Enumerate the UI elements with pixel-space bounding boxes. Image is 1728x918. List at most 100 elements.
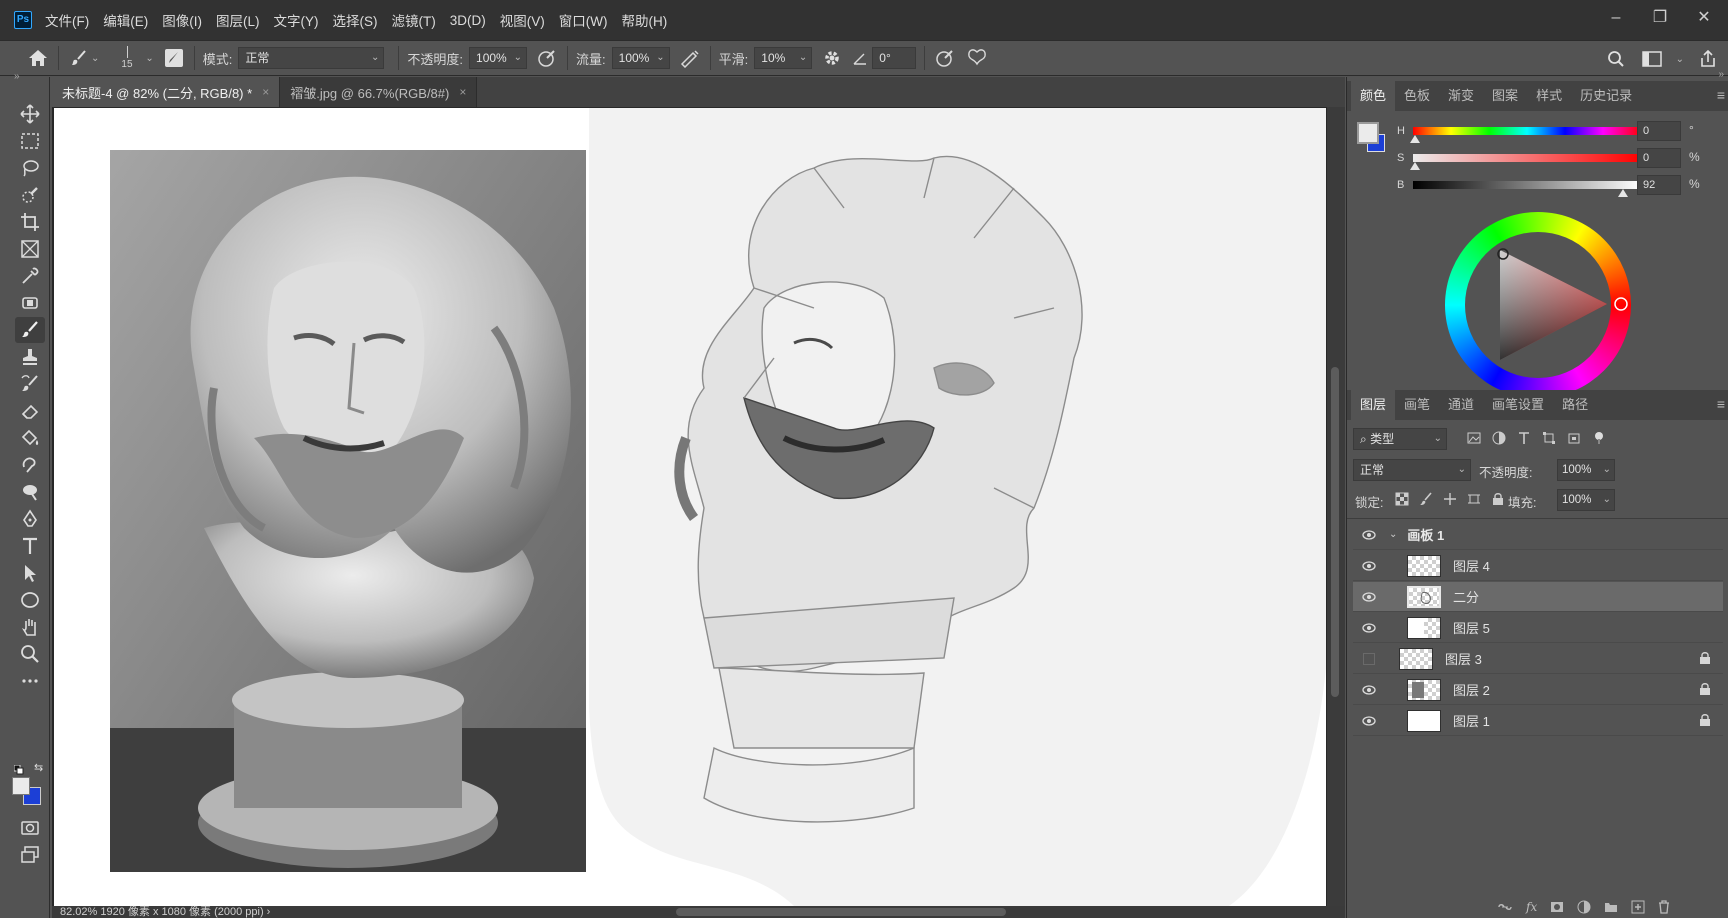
fill-field[interactable]: 100% ⌄ <box>1557 489 1615 511</box>
canvas-area[interactable] <box>52 107 1345 906</box>
clone-stamp-tool-icon[interactable] <box>15 344 45 370</box>
gear-icon[interactable] <box>820 46 844 70</box>
flow-field[interactable]: 100% ⌄ <box>611 47 670 69</box>
tab-brush-settings[interactable]: 画笔设置 <box>1483 390 1553 420</box>
path-selection-tool-icon[interactable] <box>15 560 45 586</box>
menu-window[interactable]: 窗口(W) <box>559 10 608 30</box>
adjustment-layer-icon[interactable] <box>1577 900 1591 914</box>
eye-icon[interactable] <box>1359 715 1379 726</box>
saturation-slider-handle[interactable] <box>1410 162 1420 170</box>
new-layer-icon[interactable] <box>1631 900 1645 914</box>
menu-filter[interactable]: 滤镜(T) <box>392 10 436 30</box>
foreground-color-swatch[interactable] <box>1357 122 1379 144</box>
more-tools-icon[interactable] <box>15 668 45 694</box>
layer-row[interactable]: 图层 4 <box>1353 551 1723 581</box>
brightness-slider[interactable] <box>1413 181 1641 197</box>
chevron-down-icon[interactable]: ⌄ <box>1389 529 1397 540</box>
filter-smart-object-icon[interactable] <box>1567 431 1581 445</box>
layer-row[interactable]: 图层 5 <box>1353 613 1723 643</box>
default-colors-icon[interactable] <box>13 763 24 778</box>
search-icon[interactable] <box>1604 47 1628 71</box>
color-swatches[interactable] <box>12 777 42 807</box>
hue-input[interactable]: 0 <box>1637 121 1681 141</box>
brush-settings-toggle-icon[interactable] <box>162 46 186 70</box>
menu-type[interactable]: 文字(Y) <box>274 10 319 30</box>
layer-opacity-field[interactable]: 100% ⌄ <box>1557 459 1615 481</box>
spot-healing-tool-icon[interactable] <box>15 290 45 316</box>
panel-menu-icon[interactable]: ≡ <box>1717 396 1725 412</box>
color-panel-swatches[interactable] <box>1357 122 1389 154</box>
collapse-panel-icon[interactable]: » <box>14 71 20 82</box>
hue-slider[interactable] <box>1410 127 1641 143</box>
tab-paths[interactable]: 路径 <box>1553 390 1597 420</box>
crop-tool-icon[interactable] <box>15 209 45 235</box>
layer-row[interactable]: 二分 <box>1353 582 1723 612</box>
opacity-field[interactable]: 100% ⌄ <box>469 47 528 69</box>
artboard[interactable] <box>54 108 1326 906</box>
hand-tool-icon[interactable] <box>15 614 45 640</box>
tab-gradients[interactable]: 渐变 <box>1439 81 1483 111</box>
eye-icon[interactable] <box>1359 684 1379 695</box>
tab-channels[interactable]: 通道 <box>1439 390 1483 420</box>
menu-image[interactable]: 图像(I) <box>162 10 202 30</box>
menu-layer[interactable]: 图层(L) <box>216 10 260 30</box>
angle-field[interactable]: 0° <box>872 47 917 69</box>
chevron-down-icon[interactable]: ⌄ <box>145 53 153 64</box>
frame-tool-icon[interactable] <box>15 236 45 262</box>
layer-row[interactable]: 图层 2 <box>1353 675 1723 705</box>
tab-history[interactable]: 历史记录 <box>1571 81 1641 111</box>
menu-file[interactable]: 文件(F) <box>45 10 89 30</box>
marquee-tool-icon[interactable] <box>15 128 45 154</box>
home-icon[interactable] <box>26 46 50 70</box>
workspace-icon[interactable] <box>1640 47 1664 71</box>
tab-layers[interactable]: 图层 <box>1351 390 1396 420</box>
pen-tool-icon[interactable] <box>15 506 45 532</box>
screen-mode-icon[interactable] <box>15 842 45 868</box>
menu-view[interactable]: 视图(V) <box>500 10 545 30</box>
restore-button[interactable]: ❐ <box>1650 8 1670 28</box>
ellipse-tool-icon[interactable] <box>15 587 45 613</box>
eye-icon[interactable] <box>1359 560 1379 571</box>
new-group-icon[interactable] <box>1604 901 1618 913</box>
menu-3d[interactable]: 3D(D) <box>450 13 486 28</box>
menu-help[interactable]: 帮助(H) <box>621 10 667 30</box>
pressure-size-icon[interactable] <box>933 46 957 70</box>
brush-tool-icon[interactable] <box>15 317 45 343</box>
collapse-panel-icon[interactable]: » <box>1718 69 1724 80</box>
panel-menu-icon[interactable]: ≡ <box>1717 87 1725 103</box>
lock-image-pixels-icon[interactable] <box>1419 492 1433 506</box>
eye-icon[interactable] <box>1359 529 1379 540</box>
brightness-input[interactable]: 92 <box>1637 175 1681 195</box>
tab-brushes[interactable]: 画笔 <box>1395 390 1439 420</box>
lasso-tool-icon[interactable] <box>15 155 45 181</box>
tab-untitled-4[interactable]: 未标题-4 @ 82% (二分, RGB/8) * × <box>52 77 281 107</box>
minimize-button[interactable]: – <box>1606 8 1626 28</box>
blend-mode-select[interactable]: 正常 ⌄ <box>1353 459 1471 481</box>
tab-swatches[interactable]: 色板 <box>1395 81 1439 111</box>
lock-all-icon[interactable] <box>1491 492 1505 506</box>
layer-filter-select[interactable]: ⌕ 类型 ⌄ <box>1353 428 1447 450</box>
chevron-down-icon[interactable]: ⌄ <box>91 53 99 64</box>
hue-slider-handle[interactable] <box>1410 135 1420 143</box>
hue-ring-handle[interactable] <box>1614 297 1628 311</box>
pressure-opacity-icon[interactable] <box>535 46 559 70</box>
layer-row[interactable]: 图层 3 <box>1353 644 1723 674</box>
saturation-input[interactable]: 0 <box>1637 148 1681 168</box>
tab-zhouzhe-jpg[interactable]: 褶皱.jpg @ 66.7%(RGB/8#) × <box>280 77 478 107</box>
close-tab-icon[interactable]: × <box>459 85 466 99</box>
lock-artboard-icon[interactable] <box>1467 492 1481 506</box>
paint-bucket-tool-icon[interactable] <box>15 425 45 451</box>
lock-transparent-pixels-icon[interactable] <box>1395 492 1409 506</box>
vertical-scrollbar[interactable] <box>1327 107 1345 906</box>
history-brush-tool-icon[interactable] <box>15 371 45 397</box>
swap-colors-icon[interactable]: ⇆ <box>34 761 43 774</box>
eraser-tool-icon[interactable] <box>15 398 45 424</box>
smudge-tool-icon[interactable] <box>15 452 45 478</box>
filter-shape-icon[interactable] <box>1542 431 1556 445</box>
foreground-color-swatch[interactable] <box>12 777 30 795</box>
menu-select[interactable]: 选择(S) <box>333 10 378 30</box>
link-layers-icon[interactable] <box>1497 901 1513 913</box>
filter-adjustment-icon[interactable] <box>1492 431 1506 445</box>
type-tool-icon[interactable] <box>15 533 45 559</box>
visibility-toggle-off[interactable] <box>1363 652 1375 665</box>
